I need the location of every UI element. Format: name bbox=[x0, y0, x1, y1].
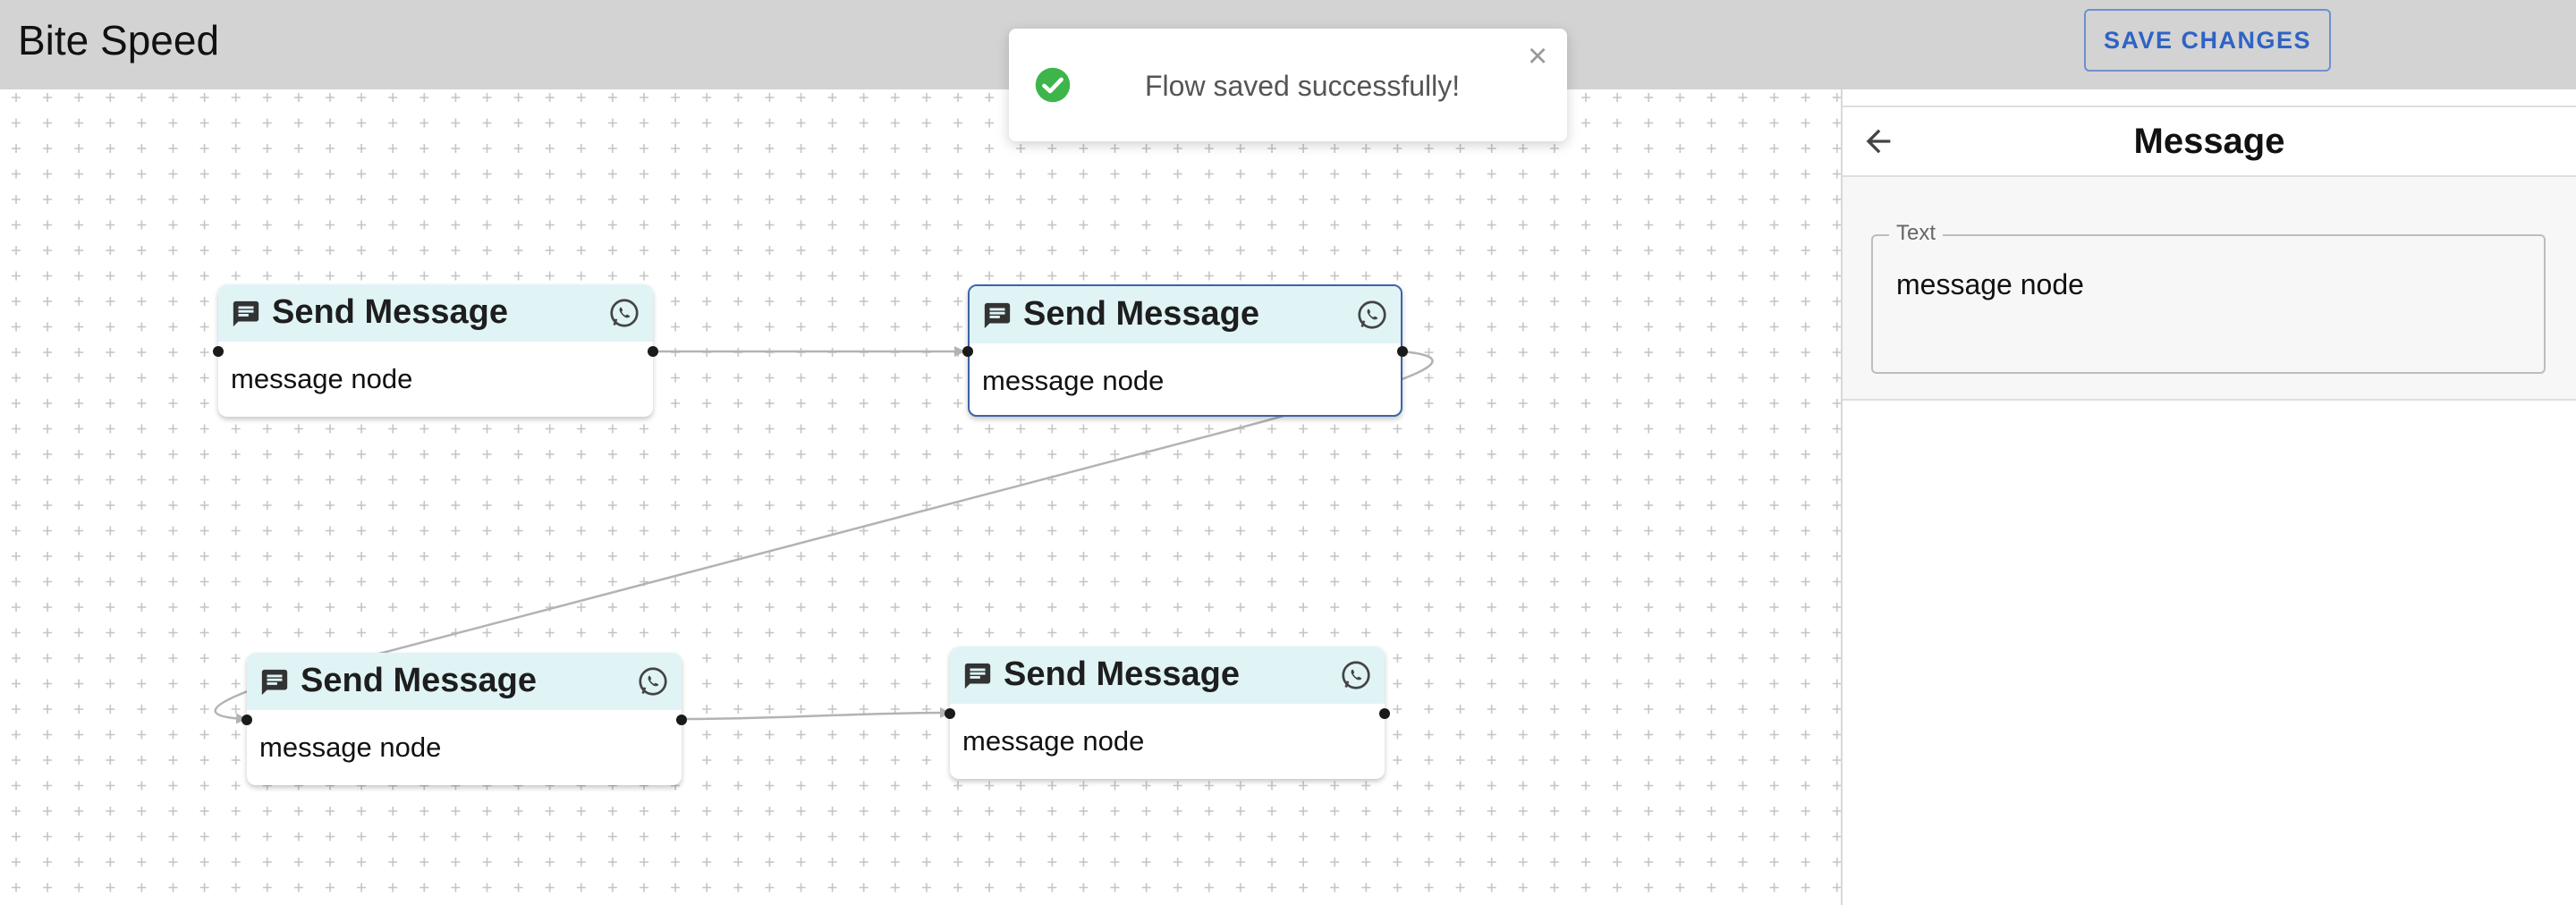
node-header: Send Message bbox=[218, 284, 653, 342]
save-changes-button[interactable]: SAVE CHANGES bbox=[2084, 9, 2331, 72]
node-text: message node bbox=[962, 725, 1145, 757]
node-source-handle[interactable] bbox=[1397, 346, 1408, 357]
node-header: Send Message bbox=[950, 647, 1385, 704]
toast-message: Flow saved successfully! bbox=[1145, 70, 1461, 102]
node-header: Send Message bbox=[247, 653, 682, 710]
panel-body: Text message node bbox=[1843, 177, 2576, 401]
message-text-field[interactable]: Text message node bbox=[1871, 221, 2546, 374]
panel-title: Message bbox=[2133, 122, 2285, 161]
message-node-4[interactable]: Send Message message node bbox=[945, 647, 1390, 779]
close-icon[interactable]: × bbox=[1528, 39, 1547, 73]
whatsapp-icon bbox=[1342, 661, 1370, 689]
node-title: Send Message bbox=[1023, 295, 1259, 333]
node-title: Send Message bbox=[272, 293, 508, 331]
node-target-handle[interactable] bbox=[945, 708, 955, 719]
node-source-handle[interactable] bbox=[676, 715, 687, 725]
message-node-3[interactable]: Send Message message node bbox=[242, 653, 687, 785]
node-source-handle[interactable] bbox=[1379, 708, 1390, 719]
app-title: Bite Speed bbox=[18, 17, 220, 63]
message-icon bbox=[964, 663, 991, 689]
settings-panel: Message Text message node bbox=[1843, 89, 2576, 905]
panel-header: Message bbox=[1843, 106, 2576, 177]
node-target-handle[interactable] bbox=[962, 346, 973, 357]
whatsapp-icon bbox=[639, 667, 667, 696]
node-text: message node bbox=[259, 732, 442, 763]
node-text: message node bbox=[982, 365, 1165, 396]
node-text: message node bbox=[231, 363, 413, 394]
flow-canvas[interactable]: Send Message message node Send Message m… bbox=[0, 89, 1841, 905]
node-title: Send Message bbox=[1004, 655, 1240, 693]
whatsapp-icon bbox=[610, 299, 639, 327]
text-field-label: Text bbox=[1889, 221, 1944, 246]
node-target-handle[interactable] bbox=[213, 346, 224, 357]
node-title: Send Message bbox=[301, 662, 537, 699]
whatsapp-icon bbox=[1358, 300, 1386, 329]
message-node-2[interactable]: Send Message message node bbox=[962, 284, 1408, 417]
text-field-value[interactable]: message node bbox=[1896, 268, 2084, 301]
message-node-1[interactable]: Send Message message node bbox=[213, 284, 658, 417]
message-icon bbox=[984, 302, 1011, 329]
success-toast: Flow saved successfully! × bbox=[1009, 29, 1567, 141]
message-icon bbox=[261, 669, 288, 696]
node-source-handle[interactable] bbox=[648, 346, 658, 357]
message-icon bbox=[233, 300, 259, 327]
edge-node3-node4 bbox=[681, 707, 951, 721]
node-header: Send Message bbox=[970, 286, 1401, 343]
node-target-handle[interactable] bbox=[242, 715, 252, 725]
check-circle-icon bbox=[1035, 67, 1071, 103]
